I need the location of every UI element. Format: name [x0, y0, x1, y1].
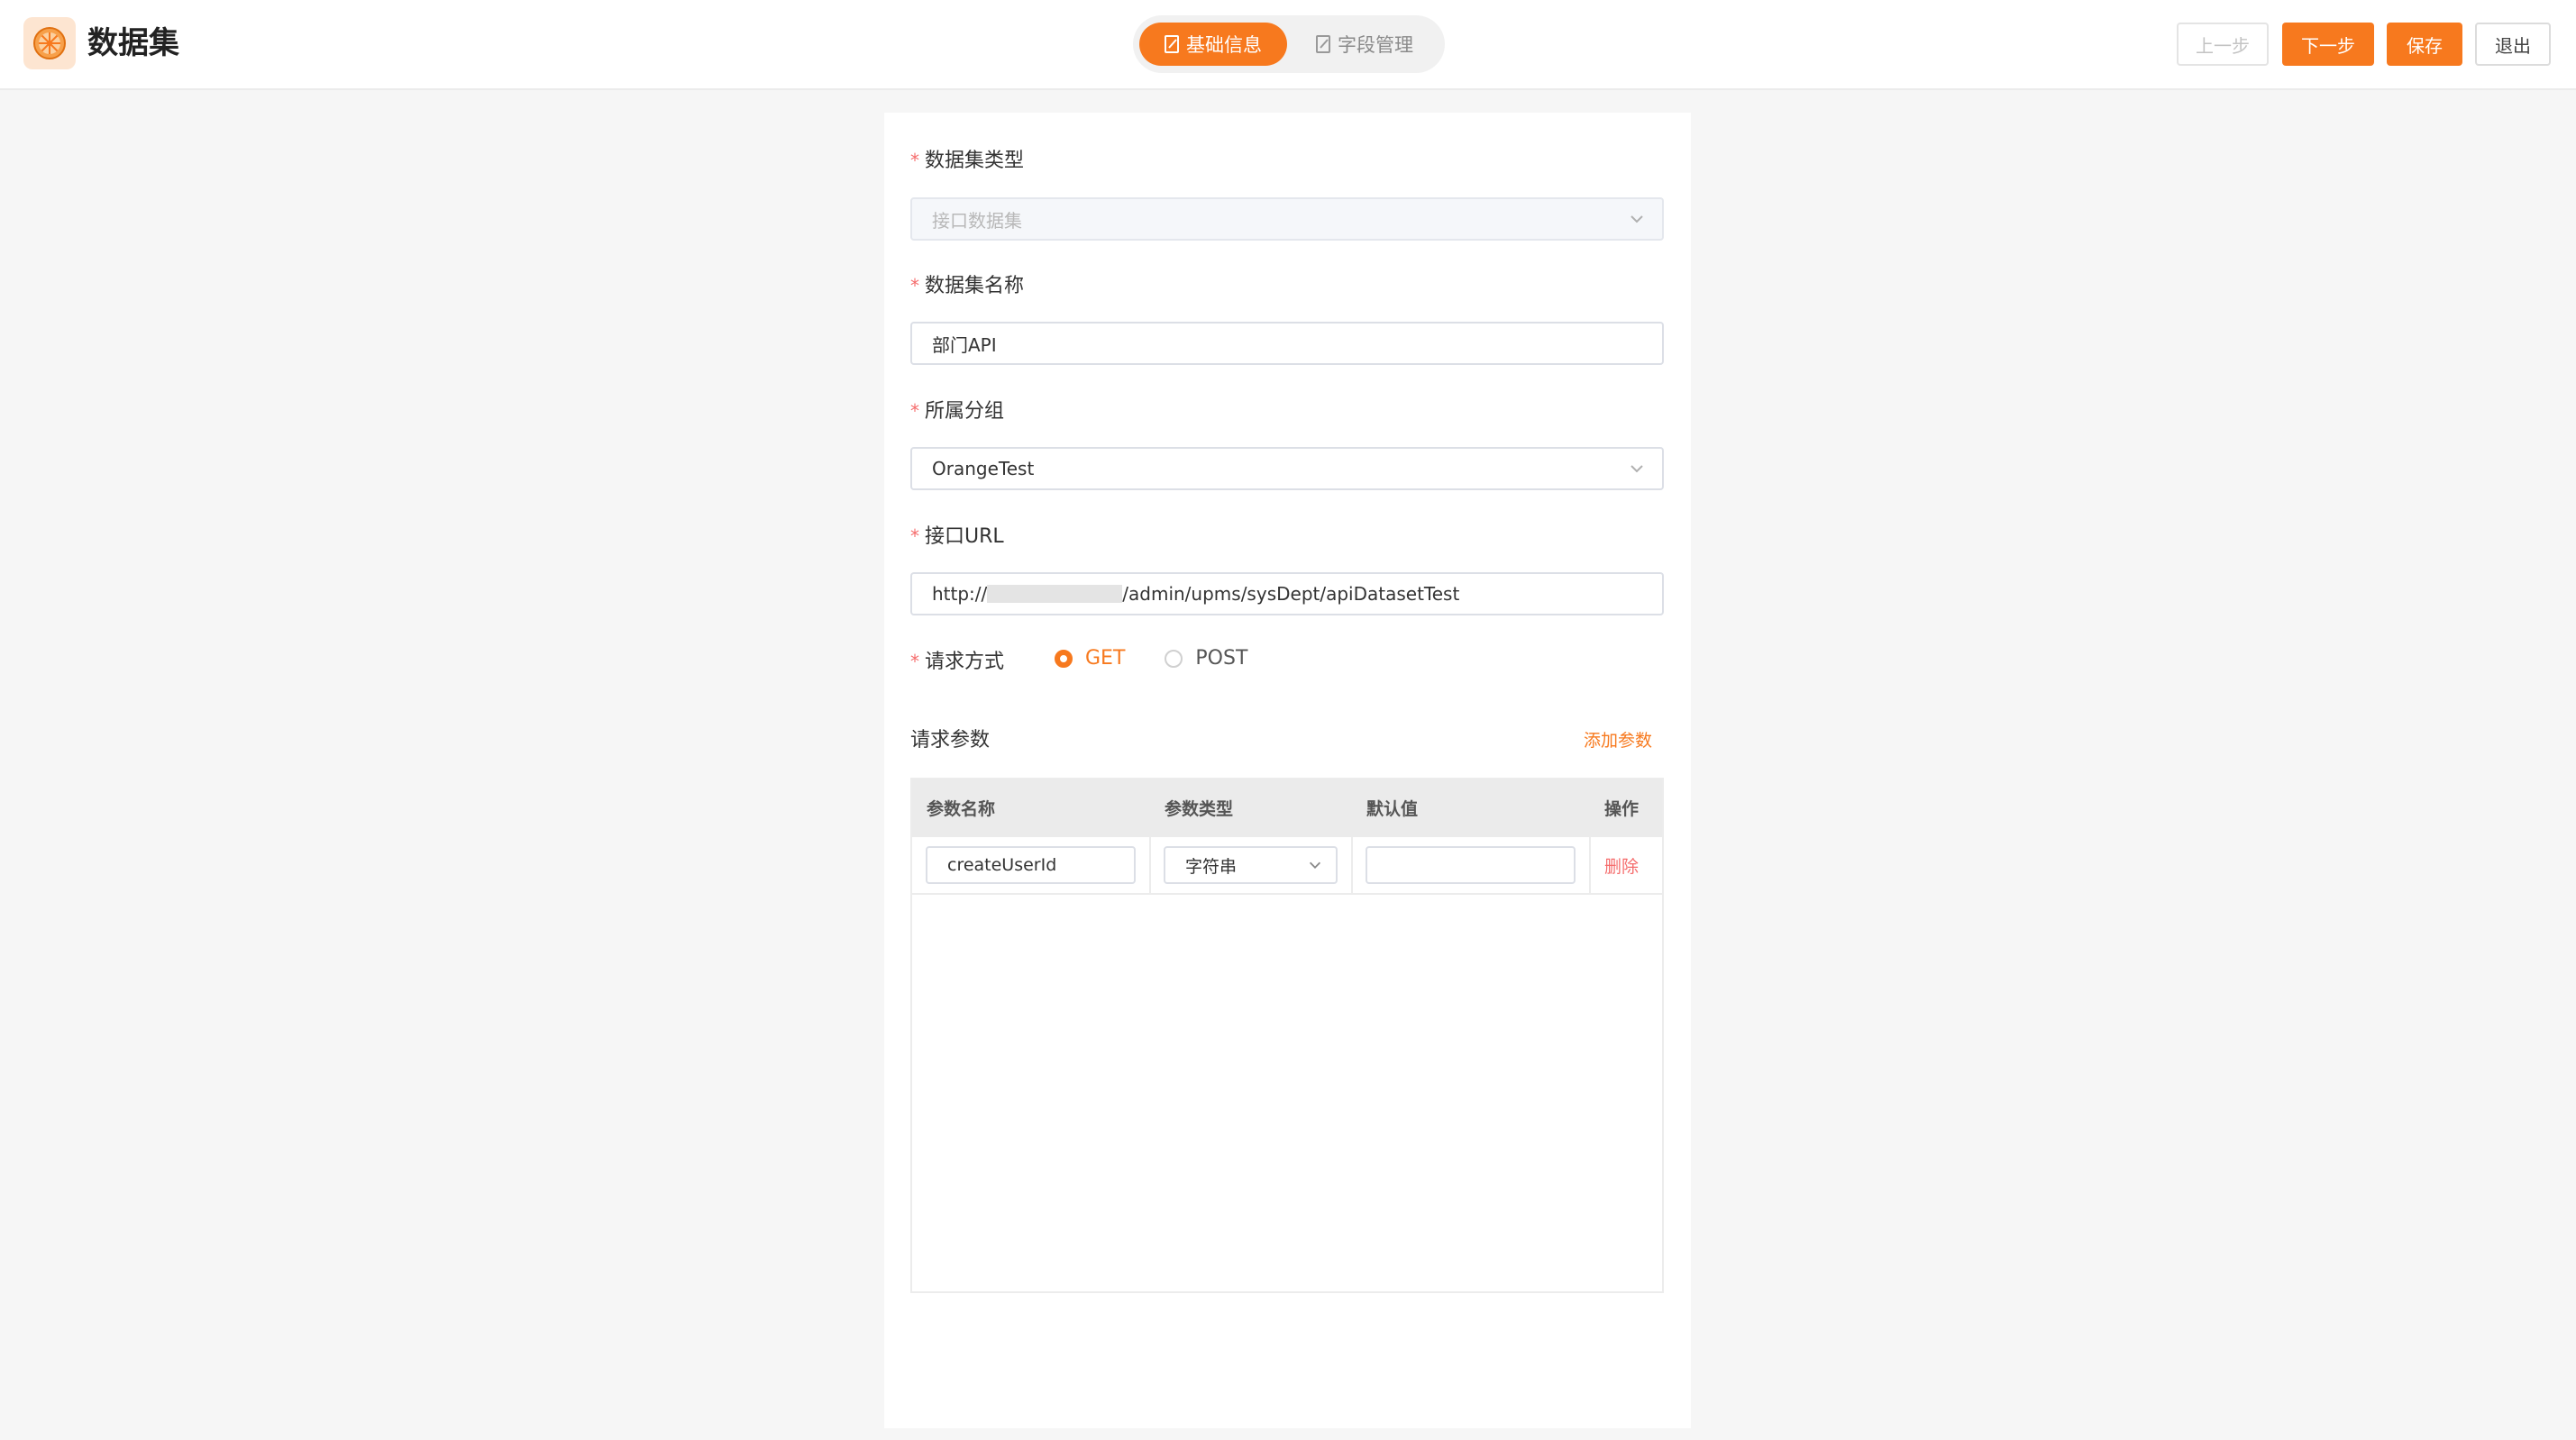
chevron-down-icon: [1309, 861, 1321, 869]
api-url-suffix: /admin/upms/sysDept/apiDatasetTest: [1122, 583, 1460, 605]
step-field-manage[interactable]: 字段管理: [1302, 23, 1428, 66]
method-post-radio[interactable]: POST: [1165, 647, 1247, 670]
params-table-header: 参数名称 参数类型 默认值 操作: [912, 779, 1662, 837]
step-field-manage-label: 字段管理: [1338, 34, 1413, 56]
dataset-type-select[interactable]: 接口数据集: [910, 197, 1664, 241]
group-select[interactable]: OrangeTest: [910, 447, 1664, 490]
dataset-name-input[interactable]: 部门API: [910, 322, 1664, 365]
edit-doc-icon: [1165, 35, 1179, 53]
required-asterisk: *: [910, 525, 919, 547]
save-button[interactable]: 保存: [2387, 23, 2462, 66]
add-param-button[interactable]: 添加参数: [1584, 727, 1652, 752]
required-asterisk: *: [910, 651, 919, 672]
params-title: 请求参数: [910, 729, 991, 752]
app-logo: [23, 17, 76, 69]
method-get-label: GET: [1085, 647, 1126, 670]
column-divider: [1149, 837, 1151, 893]
required-asterisk: *: [910, 400, 919, 422]
exit-button[interactable]: 退出: [2475, 23, 2551, 66]
params-table: 参数名称 参数类型 默认值 操作 createUserId 字符串 删除: [910, 778, 1664, 1293]
form-card: * 数据集类型 接口数据集 * 数据集名称 部门API * 所属分组 OrangeTe…: [884, 113, 1691, 1428]
api-url-input[interactable]: http:// /admin/upms/sysDept/apiDatasetTe…: [910, 572, 1664, 615]
radio-unchecked-icon: [1165, 649, 1183, 668]
prev-step-button[interactable]: 上一步: [2177, 23, 2269, 66]
param-type-select[interactable]: 字符串: [1164, 846, 1338, 884]
dataset-name-label: * 数据集名称: [910, 275, 1025, 297]
method-label: * 请求方式: [910, 651, 1005, 673]
required-asterisk: *: [910, 275, 919, 296]
chevron-down-icon: [1631, 465, 1643, 473]
method-radio-group: GET POST: [1055, 647, 1287, 670]
orange-slice-icon: [33, 27, 66, 59]
column-divider: [1351, 837, 1353, 893]
dataset-name-value: 部门API: [932, 333, 997, 356]
group-value: OrangeTest: [932, 458, 1035, 479]
table-row: createUserId 字符串 删除: [912, 837, 1662, 895]
chevron-down-icon: [1631, 215, 1643, 223]
col-param-name: 参数名称: [927, 799, 996, 819]
dataset-type-value: 接口数据集: [932, 209, 1022, 232]
method-post-label: POST: [1195, 647, 1248, 670]
col-action: 操作: [1604, 799, 1640, 819]
col-param-type: 参数类型: [1165, 799, 1234, 819]
dataset-type-label: * 数据集类型: [910, 150, 1025, 172]
method-get-radio[interactable]: GET: [1055, 647, 1125, 670]
param-name-input[interactable]: createUserId: [926, 846, 1136, 884]
delete-param-button[interactable]: 删除: [1604, 853, 1639, 878]
app-title: 数据集: [87, 25, 179, 61]
param-type-value: 字符串: [1185, 856, 1238, 877]
top-header: 数据集 基础信息 字段管理 上一步 下一步 保存 退出: [0, 0, 2576, 90]
required-asterisk: *: [910, 150, 919, 171]
col-default-value: 默认值: [1366, 799, 1419, 819]
step-basic-info[interactable]: 基础信息: [1139, 23, 1287, 66]
column-divider: [1589, 837, 1591, 893]
api-url-prefix: http://: [932, 583, 988, 605]
edit-doc-icon: [1316, 35, 1330, 53]
step-switcher: 基础信息 字段管理: [1133, 15, 1445, 73]
api-url-label: * 接口URL: [910, 525, 1004, 548]
redacted-host: [987, 585, 1123, 603]
group-label: * 所属分组: [910, 400, 1005, 423]
step-basic-info-label: 基础信息: [1186, 34, 1262, 56]
param-name-value: createUserId: [947, 855, 1057, 875]
radio-checked-icon: [1055, 649, 1073, 668]
param-default-input[interactable]: [1366, 846, 1576, 884]
next-step-button[interactable]: 下一步: [2282, 23, 2374, 66]
